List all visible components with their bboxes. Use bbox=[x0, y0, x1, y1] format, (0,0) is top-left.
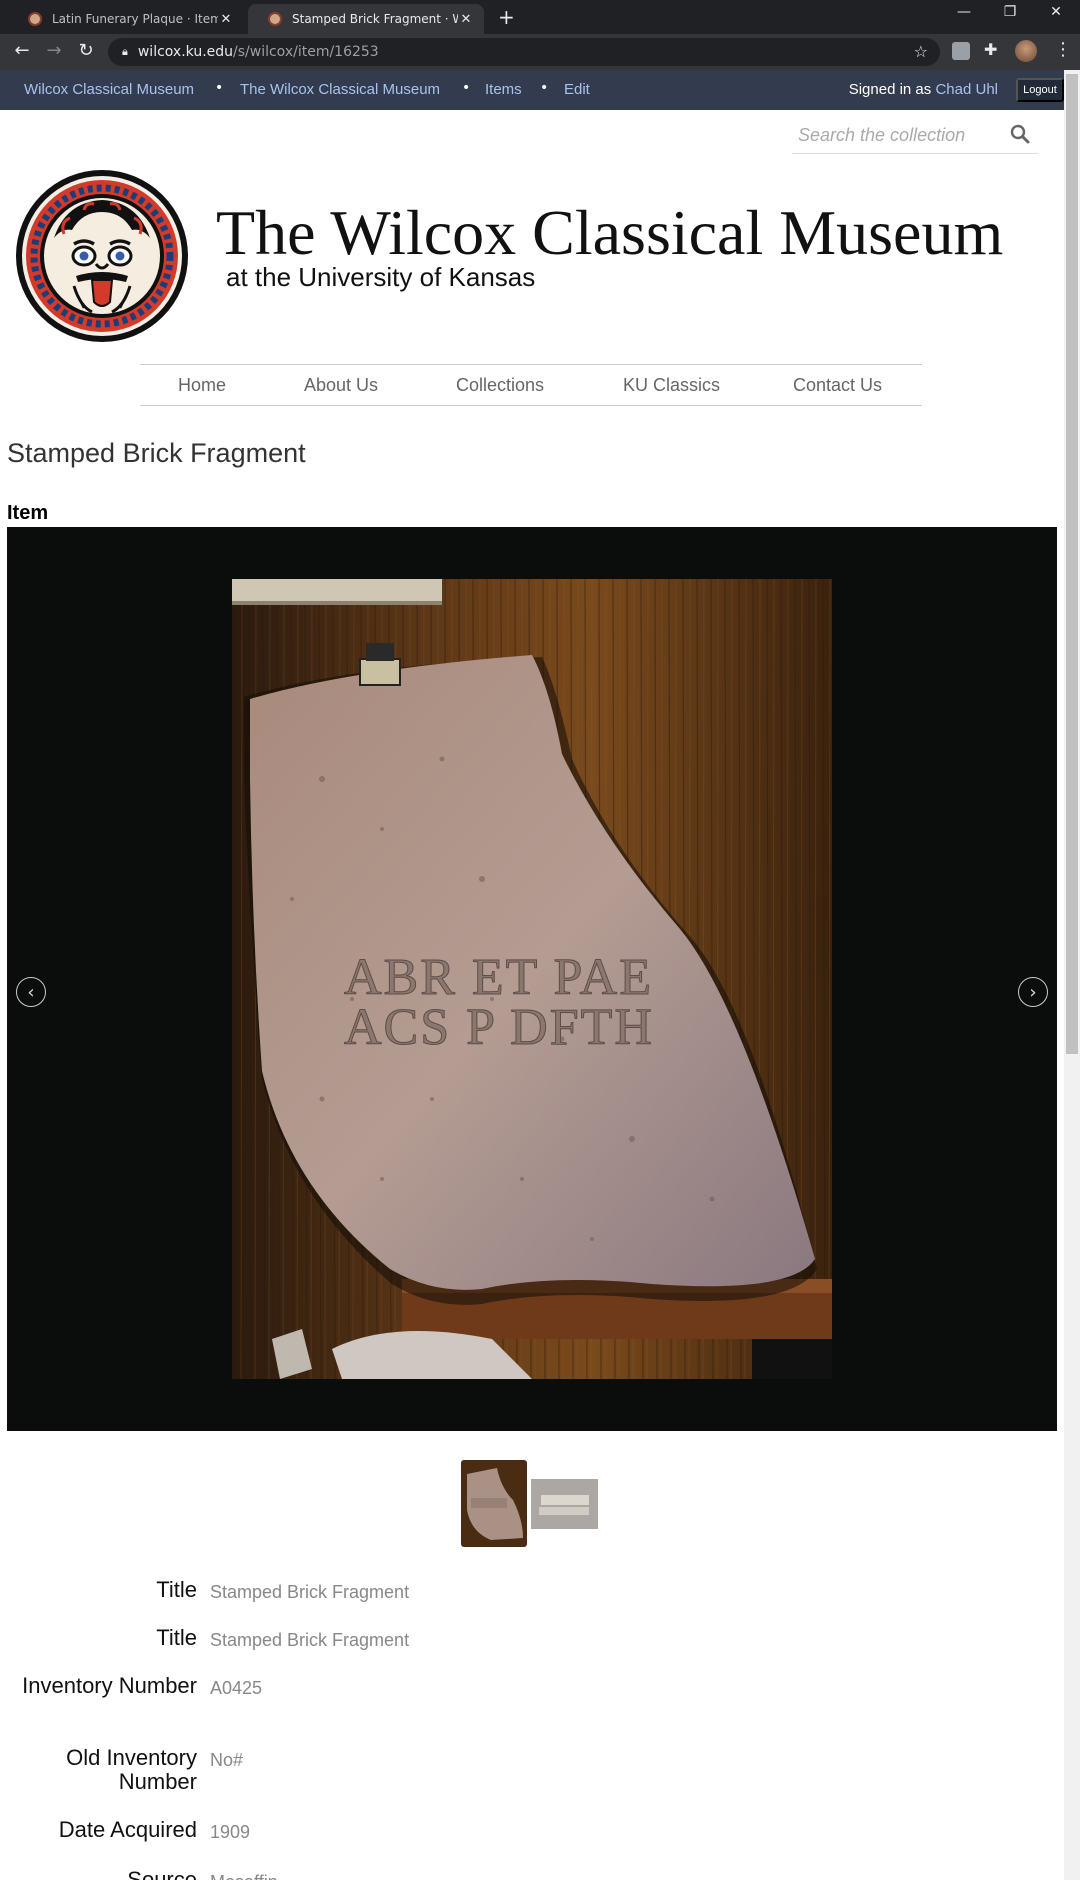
extension-icon[interactable] bbox=[952, 42, 970, 60]
metadata-value: Stamped Brick Fragment bbox=[210, 1630, 410, 1650]
tab-title: Latin Funerary Plaque · Items · W bbox=[52, 12, 218, 26]
previous-image-button[interactable]: ‹ bbox=[16, 977, 46, 1007]
media-viewer: ABR ET PAE ACS P DFTH ‹ › bbox=[7, 527, 1057, 1431]
browser-tab-1[interactable]: Latin Funerary Plaque · Items · W ✕ bbox=[8, 4, 244, 34]
separator-dot: • bbox=[215, 80, 224, 96]
admin-link-edit[interactable]: Edit bbox=[564, 81, 590, 98]
item-photo[interactable]: ABR ET PAE ACS P DFTH bbox=[232, 579, 832, 1379]
metadata-value: A0425 bbox=[210, 1678, 263, 1698]
signed-in-status: Signed in as Chad Uhl bbox=[849, 81, 998, 98]
browser-menu-icon[interactable]: ⋮ bbox=[1054, 39, 1072, 60]
admin-link-items[interactable]: Items bbox=[485, 81, 522, 98]
extensions-puzzle-icon[interactable]: ✚ bbox=[984, 40, 1002, 59]
metadata-value: No# bbox=[210, 1750, 244, 1770]
item-section-label: Item bbox=[7, 502, 49, 524]
metadata-label: Date Acquired bbox=[58, 1817, 197, 1842]
logout-button[interactable]: Logout bbox=[1016, 78, 1064, 102]
site-subtitle: at the University of Kansas bbox=[226, 262, 536, 292]
admin-link-site-page[interactable]: The Wilcox Classical Museum bbox=[240, 81, 440, 98]
minimize-icon[interactable]: — bbox=[942, 4, 986, 20]
nav-home[interactable]: Home bbox=[178, 375, 226, 396]
museum-logo[interactable] bbox=[14, 168, 190, 344]
search-icon[interactable] bbox=[1010, 124, 1030, 149]
metadata-label: Title bbox=[156, 1577, 197, 1602]
user-link[interactable]: Chad Uhl bbox=[935, 81, 998, 98]
admin-link-site[interactable]: Wilcox Classical Museum bbox=[24, 81, 194, 98]
nav-contact-us[interactable]: Contact Us bbox=[793, 375, 882, 396]
reload-icon[interactable]: ↻ bbox=[74, 40, 98, 61]
museum-favicon-icon bbox=[268, 12, 282, 26]
search-input[interactable] bbox=[792, 118, 1002, 152]
next-image-button[interactable]: › bbox=[1018, 977, 1048, 1007]
museum-favicon-icon bbox=[28, 12, 42, 26]
forward-icon[interactable]: → bbox=[42, 40, 66, 61]
url-domain: wilcox.ku.edu bbox=[137, 44, 234, 60]
separator-dot: • bbox=[462, 80, 471, 96]
metadata-label: Inventory Number bbox=[22, 1673, 197, 1698]
metadata-label: Source bbox=[127, 1867, 197, 1880]
metadata-value: Stamped Brick Fragment bbox=[210, 1582, 410, 1602]
browser-tab-2[interactable]: Stamped Brick Fragment · Wilco ✕ bbox=[248, 4, 484, 34]
thumbnail-2[interactable] bbox=[531, 1479, 598, 1529]
new-tab-icon[interactable]: + bbox=[498, 5, 515, 29]
metadata-value: Mosaffin bbox=[210, 1870, 278, 1880]
address-bar[interactable]: 🔒︎ wilcox.ku.edu/s/wilcox/item/16253 ☆ bbox=[108, 38, 940, 66]
signed-in-label: Signed in as bbox=[848, 81, 932, 98]
main-navigation: Home About Us Collections KU Classics Co… bbox=[140, 364, 922, 406]
brick-stamp-line-2: ACS P DFTH bbox=[344, 999, 654, 1056]
nav-ku-classics[interactable]: KU Classics bbox=[623, 375, 720, 396]
admin-bar: Wilcox Classical Museum • The Wilcox Cla… bbox=[0, 70, 1064, 110]
browser-tab-strip: Latin Funerary Plaque · Items · W ✕ Stam… bbox=[0, 0, 1080, 34]
browser-toolbar: ← → ↻ 🔒︎ wilcox.ku.edu/s/wilcox/item/162… bbox=[0, 34, 1080, 70]
lock-icon: 🔒︎ bbox=[122, 45, 128, 58]
nav-collections[interactable]: Collections bbox=[456, 375, 544, 396]
metadata-label: Old Inventory Number bbox=[66, 1745, 197, 1794]
brick-stamp-line-1: ABR ET PAE bbox=[344, 949, 653, 1006]
bookmark-star-icon[interactable]: ☆ bbox=[914, 42, 928, 61]
nav-about-us[interactable]: About Us bbox=[304, 375, 378, 396]
url-path: /s/wilcox/item/16253 bbox=[233, 44, 379, 60]
scrollbar-thumb[interactable] bbox=[1066, 74, 1078, 1054]
tab-title: Stamped Brick Fragment · Wilco bbox=[292, 12, 458, 26]
back-icon[interactable]: ← bbox=[10, 40, 34, 61]
thumbnail-1[interactable] bbox=[461, 1460, 527, 1547]
close-icon[interactable]: ✕ bbox=[218, 12, 234, 27]
restore-icon[interactable]: ❐ bbox=[988, 4, 1032, 20]
page-title: Stamped Brick Fragment bbox=[7, 438, 306, 468]
metadata-value: 1909 bbox=[210, 1822, 251, 1842]
separator-dot: • bbox=[540, 80, 549, 96]
profile-avatar[interactable] bbox=[1015, 40, 1037, 62]
window-close-icon[interactable]: ✕ bbox=[1034, 4, 1078, 20]
close-icon[interactable]: ✕ bbox=[458, 12, 474, 27]
metadata-label: Title bbox=[156, 1625, 197, 1650]
site-title[interactable]: The Wilcox Classical Museum bbox=[216, 196, 1003, 270]
search-form bbox=[792, 118, 1038, 154]
